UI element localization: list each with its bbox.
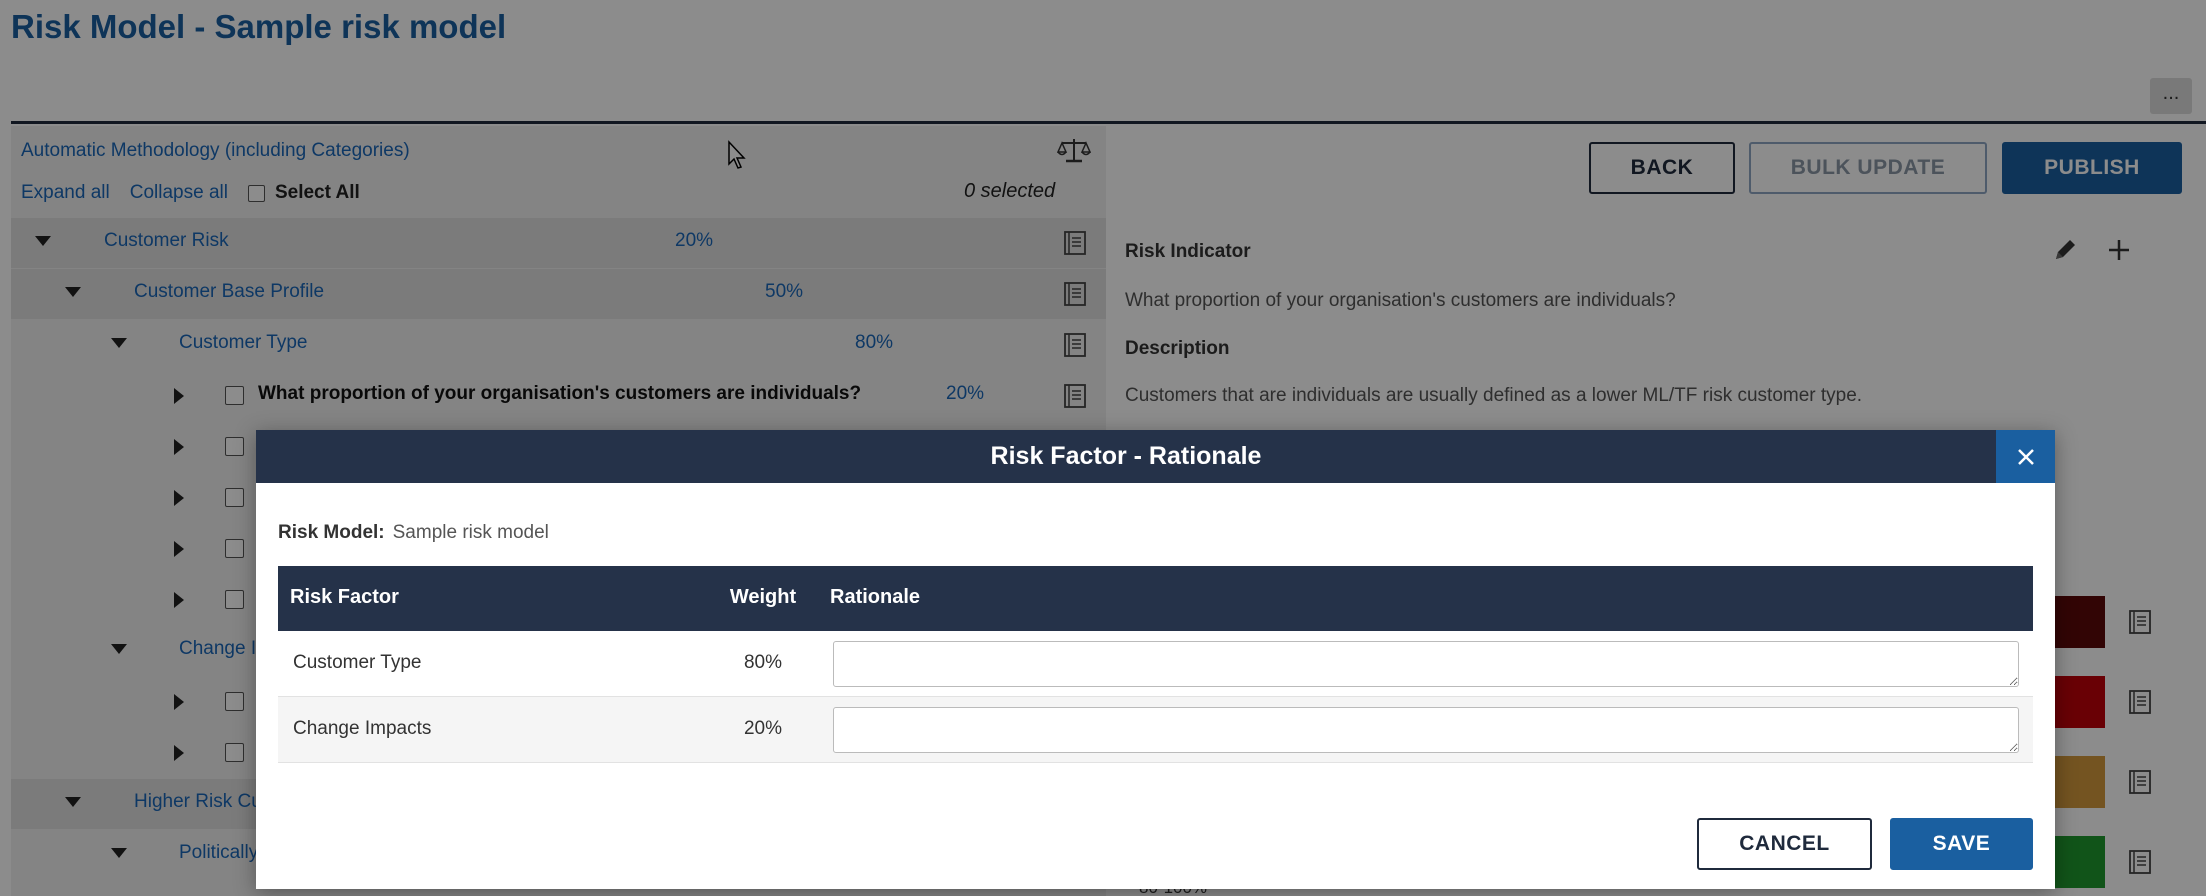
rationale-input[interactable] xyxy=(833,641,2019,687)
dialog-title: Risk Factor - Rationale xyxy=(990,442,1262,470)
table-row: Change Impacts 20% xyxy=(278,697,2033,763)
close-icon xyxy=(2017,448,2034,465)
dialog-header: Risk Factor - Rationale xyxy=(256,430,2055,483)
weight-cell: 80% xyxy=(743,652,783,673)
cancel-button[interactable]: CANCEL xyxy=(1697,818,1872,870)
column-header-rationale: Rationale xyxy=(830,586,921,608)
risk-model-label: Risk Model: xyxy=(278,522,385,543)
risk-factor-cell: Change Impacts xyxy=(293,718,432,739)
risk-model-value: Sample risk model xyxy=(392,522,549,543)
rationale-input[interactable] xyxy=(833,707,2019,753)
column-header-weight: Weight xyxy=(729,586,797,608)
close-button[interactable] xyxy=(1996,430,2055,483)
risk-factor-cell: Customer Type xyxy=(293,652,422,673)
weight-cell: 20% xyxy=(743,718,783,739)
save-button[interactable]: SAVE xyxy=(1890,818,2033,870)
risk-model-info: Risk Model: Sample risk model xyxy=(278,522,549,544)
table-row: Customer Type 80% xyxy=(278,631,2033,697)
rationale-dialog: Risk Factor - Rationale Risk Model: Sampl… xyxy=(256,430,2055,889)
column-header-risk-factor: Risk Factor xyxy=(290,586,399,608)
rationale-table: Risk Factor Weight Rationale Customer Ty… xyxy=(278,566,2033,763)
table-header: Risk Factor Weight Rationale xyxy=(278,566,2033,631)
